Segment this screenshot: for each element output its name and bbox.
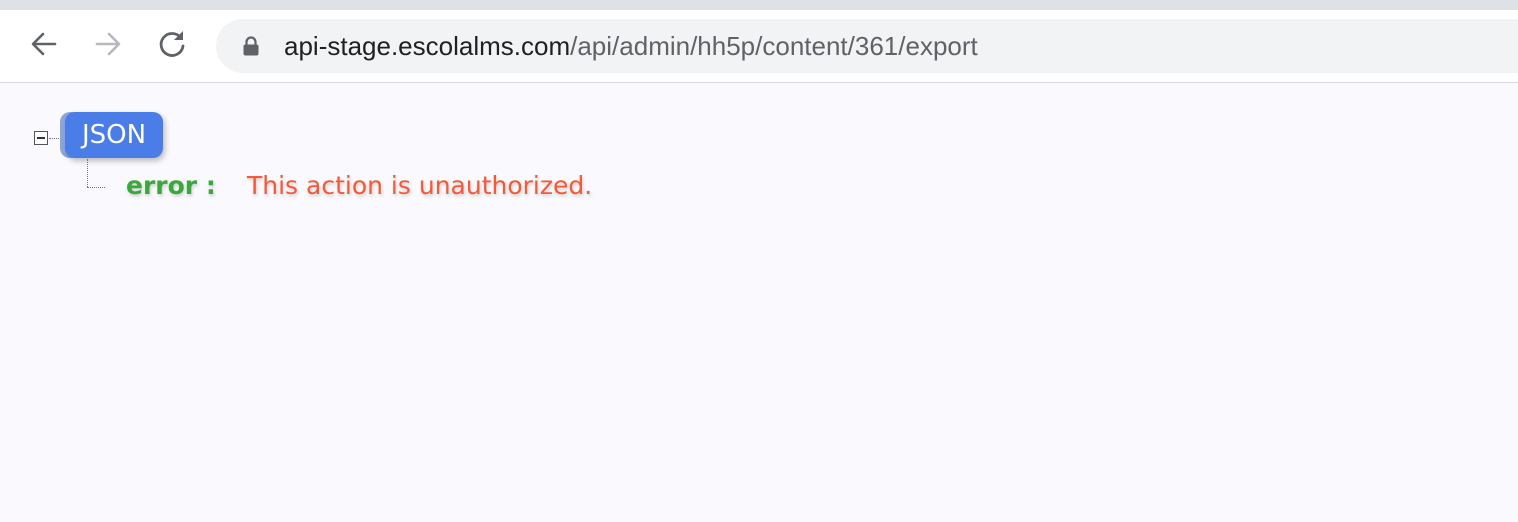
url-text: api-stage.escolalms.com/api/admin/hh5p/c… bbox=[284, 19, 978, 73]
property-value: This action is unauthorized. bbox=[247, 171, 593, 200]
url-path: /api/admin/hh5p/content/361/export bbox=[570, 31, 978, 61]
lock-icon[interactable] bbox=[242, 36, 260, 56]
back-button[interactable] bbox=[24, 24, 64, 64]
property-key: error : bbox=[126, 171, 216, 200]
address-bar[interactable]: api-stage.escolalms.com/api/admin/hh5p/c… bbox=[216, 19, 1518, 73]
forward-button[interactable] bbox=[88, 24, 128, 64]
tree-connector bbox=[87, 187, 105, 188]
reload-button[interactable] bbox=[152, 24, 192, 64]
tab-strip bbox=[0, 0, 1518, 10]
browser-toolbar: api-stage.escolalms.com/api/admin/hh5p/c… bbox=[0, 10, 1518, 83]
arrow-left-icon bbox=[31, 32, 57, 56]
json-root-badge[interactable]: JSON bbox=[65, 112, 163, 158]
collapse-toggle-icon[interactable] bbox=[34, 131, 48, 145]
url-host: api-stage.escolalms.com bbox=[284, 31, 571, 61]
reload-icon bbox=[159, 31, 185, 57]
tree-connector bbox=[87, 159, 88, 187]
json-viewer: JSON error : This action is unauthorized… bbox=[0, 83, 1518, 522]
arrow-right-icon bbox=[95, 32, 121, 56]
